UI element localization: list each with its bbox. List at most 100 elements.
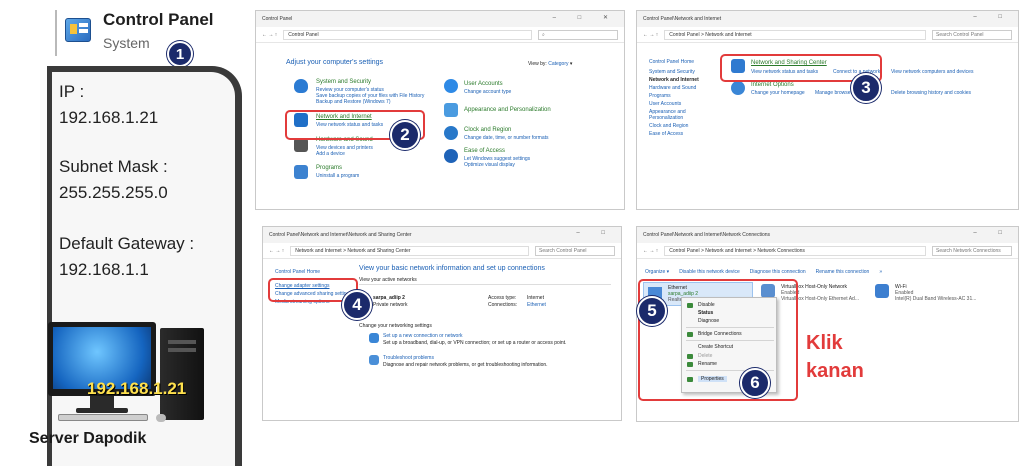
view-by[interactable]: View by: Category ▾	[528, 61, 572, 67]
wifi-adapter-icon	[875, 284, 889, 298]
cp-link[interactable]: Optimize visual display	[464, 162, 515, 168]
sidebar-item-current[interactable]: Network and Internet	[649, 77, 719, 83]
nav-arrows[interactable]: ← → ↑	[643, 248, 658, 254]
nsc-net-name: sarpa_adiip 2	[373, 295, 405, 301]
appearance-icon	[444, 103, 458, 117]
ease-of-access-icon	[444, 149, 458, 163]
address-bar: ← → ↑ Control Panel ⌕	[256, 27, 624, 43]
divider-line	[55, 10, 57, 56]
cp-clock-region[interactable]: Clock and Region	[464, 127, 511, 134]
sidebar-item[interactable]: Appearance and Personalization	[649, 109, 719, 121]
keyboard	[58, 414, 148, 421]
cp-ease-of-access[interactable]: Ease of Access	[464, 148, 505, 155]
address-bar: ← → ↑ Network and Internet > Network and…	[263, 243, 621, 259]
internet-options-icon	[731, 81, 745, 95]
search-box[interactable]: ⌕	[538, 29, 618, 40]
address-bar: ← → ↑ Control Panel > Network and Intern…	[637, 243, 1018, 259]
klik-kanan-line1: Klik	[806, 332, 843, 354]
cp-link[interactable]: Backup and Restore (Windows 7)	[316, 99, 390, 105]
nav-arrows[interactable]: ← → ↑	[269, 248, 284, 254]
nav-arrows[interactable]: ← → ↑	[643, 32, 658, 38]
control-panel-header[interactable]: Control Panel System	[55, 8, 245, 60]
search-box[interactable]: Search Control Panel	[535, 245, 615, 256]
ni-internet-options[interactable]: Internet Options	[751, 82, 794, 89]
window-controls[interactable]: – □ ✕	[553, 14, 618, 21]
nsc-conn-value[interactable]: Ethernet	[527, 302, 546, 308]
window-titlebar: Control Panel\Network and Internet\Netwo…	[637, 227, 1018, 243]
divider	[359, 284, 611, 285]
sidebar-item[interactable]: User Accounts	[649, 101, 719, 107]
user-accounts-icon	[444, 79, 458, 93]
server-computer-illustration	[48, 322, 238, 432]
sidebar-item[interactable]: System and Security	[649, 69, 719, 75]
toolbar-rename[interactable]: Rename this connection	[816, 269, 870, 275]
view-by-value: Category	[548, 61, 569, 67]
adapter-device: Intel(R) Dual Band Wireless-AC 31...	[895, 296, 977, 302]
cp-link[interactable]: Add a device	[316, 151, 345, 157]
nsc-active-networks: View your active networks	[359, 277, 417, 283]
nsc-setup-connection[interactable]: Set up a new connection or network	[383, 333, 463, 339]
cp-user-accounts[interactable]: User Accounts	[464, 81, 503, 88]
cp-link[interactable]: Change account type	[464, 89, 511, 95]
subnet-value: 255.255.255.0	[59, 183, 168, 202]
control-panel-icon	[65, 18, 91, 42]
window-controls[interactable]: – □	[973, 14, 1012, 20]
sidebar-item[interactable]: Control Panel Home	[649, 59, 719, 65]
ni-link[interactable]: Delete browsing history and cookies	[891, 90, 971, 96]
sidebar-item[interactable]: Programs	[649, 93, 719, 99]
nav-arrows[interactable]: ← → ↑	[262, 32, 277, 38]
ip-label: IP :	[59, 82, 85, 101]
search-placeholder: Search Network Connections	[936, 247, 1001, 254]
clock-region-icon	[444, 126, 458, 140]
window-titlebar: Control Panel\Network and Internet – □	[637, 11, 1018, 27]
toolbar-disable[interactable]: Disable this network device	[679, 269, 740, 275]
window-titlebar: Control Panel\Network and Internet\Netwo…	[263, 227, 621, 243]
sidebar-item[interactable]: Clock and Region	[649, 123, 719, 129]
cp-system-security[interactable]: System and Security	[316, 79, 371, 86]
window-title: Control Panel	[262, 16, 293, 22]
network-sharing-window: Control Panel\Network and Internet\Netwo…	[262, 226, 622, 421]
toolbar-diagnose[interactable]: Diagnose this connection	[750, 269, 806, 275]
step-badge-1: 1	[167, 41, 193, 67]
nc-toolbar: Organize ▾ Disable this network device D…	[645, 269, 882, 275]
toolbar-organize[interactable]: Organize ▾	[645, 269, 669, 275]
sidebar-item[interactable]: Ease of Access	[649, 131, 719, 137]
address-box[interactable]: Control Panel > Network and Internet > N…	[664, 245, 926, 256]
cp-appearance[interactable]: Appearance and Personalization	[464, 107, 551, 114]
window-controls[interactable]: – □	[576, 230, 615, 236]
address-box[interactable]: Control Panel	[283, 29, 532, 40]
cp-link[interactable]: Uninstall a program	[316, 173, 359, 179]
search-placeholder: Search Control Panel	[539, 247, 587, 254]
subnet-label: Subnet Mask :	[59, 157, 168, 176]
search-box[interactable]: Search Network Connections	[932, 245, 1012, 256]
address-text: Control Panel > Network and Internet > N…	[669, 247, 805, 254]
view-by-label: View by:	[528, 61, 547, 67]
cp-programs[interactable]: Programs	[316, 165, 342, 172]
address-bar: ← → ↑ Control Panel > Network and Intern…	[637, 27, 1018, 43]
nsc-conn-label: Connections:	[488, 302, 518, 308]
ni-link[interactable]: Change your homepage	[751, 90, 805, 96]
nsc-access-value: Internet	[527, 295, 544, 301]
mouse	[156, 414, 166, 422]
nsc-net-type: Private network	[373, 302, 408, 308]
nsc-change-settings: Change your networking settings	[359, 323, 432, 329]
step-badge-3: 3	[851, 73, 881, 103]
window-title: Control Panel\Network and Internet\Netwo…	[269, 232, 412, 238]
programs-icon	[294, 165, 308, 179]
nsc-troubleshoot-desc: Diagnose and repair network problems, or…	[383, 362, 548, 368]
network-internet-window: Control Panel\Network and Internet – □ ←…	[636, 10, 1019, 210]
sidebar-item[interactable]: Hardware and Sound	[649, 85, 719, 91]
toolbar-more[interactable]: »	[879, 269, 882, 275]
search-box[interactable]: Search Control Panel	[932, 29, 1012, 40]
address-box[interactable]: Network and Internet > Network and Shari…	[290, 245, 529, 256]
ni-link[interactable]: View network computers and devices	[891, 69, 973, 75]
address-box[interactable]: Control Panel > Network and Internet	[664, 29, 926, 40]
step-badge-2: 2	[390, 120, 420, 150]
step-badge-4: 4	[342, 290, 372, 320]
highlight-ethernet-context-menu	[638, 279, 798, 401]
cp-link[interactable]: Change date, time, or number formats	[464, 135, 549, 141]
header-subtitle: System	[103, 35, 150, 51]
window-controls[interactable]: – □	[973, 230, 1012, 236]
nsc-troubleshoot[interactable]: Troubleshoot problems	[383, 355, 434, 361]
sidebar-item[interactable]: Control Panel Home	[275, 269, 355, 275]
